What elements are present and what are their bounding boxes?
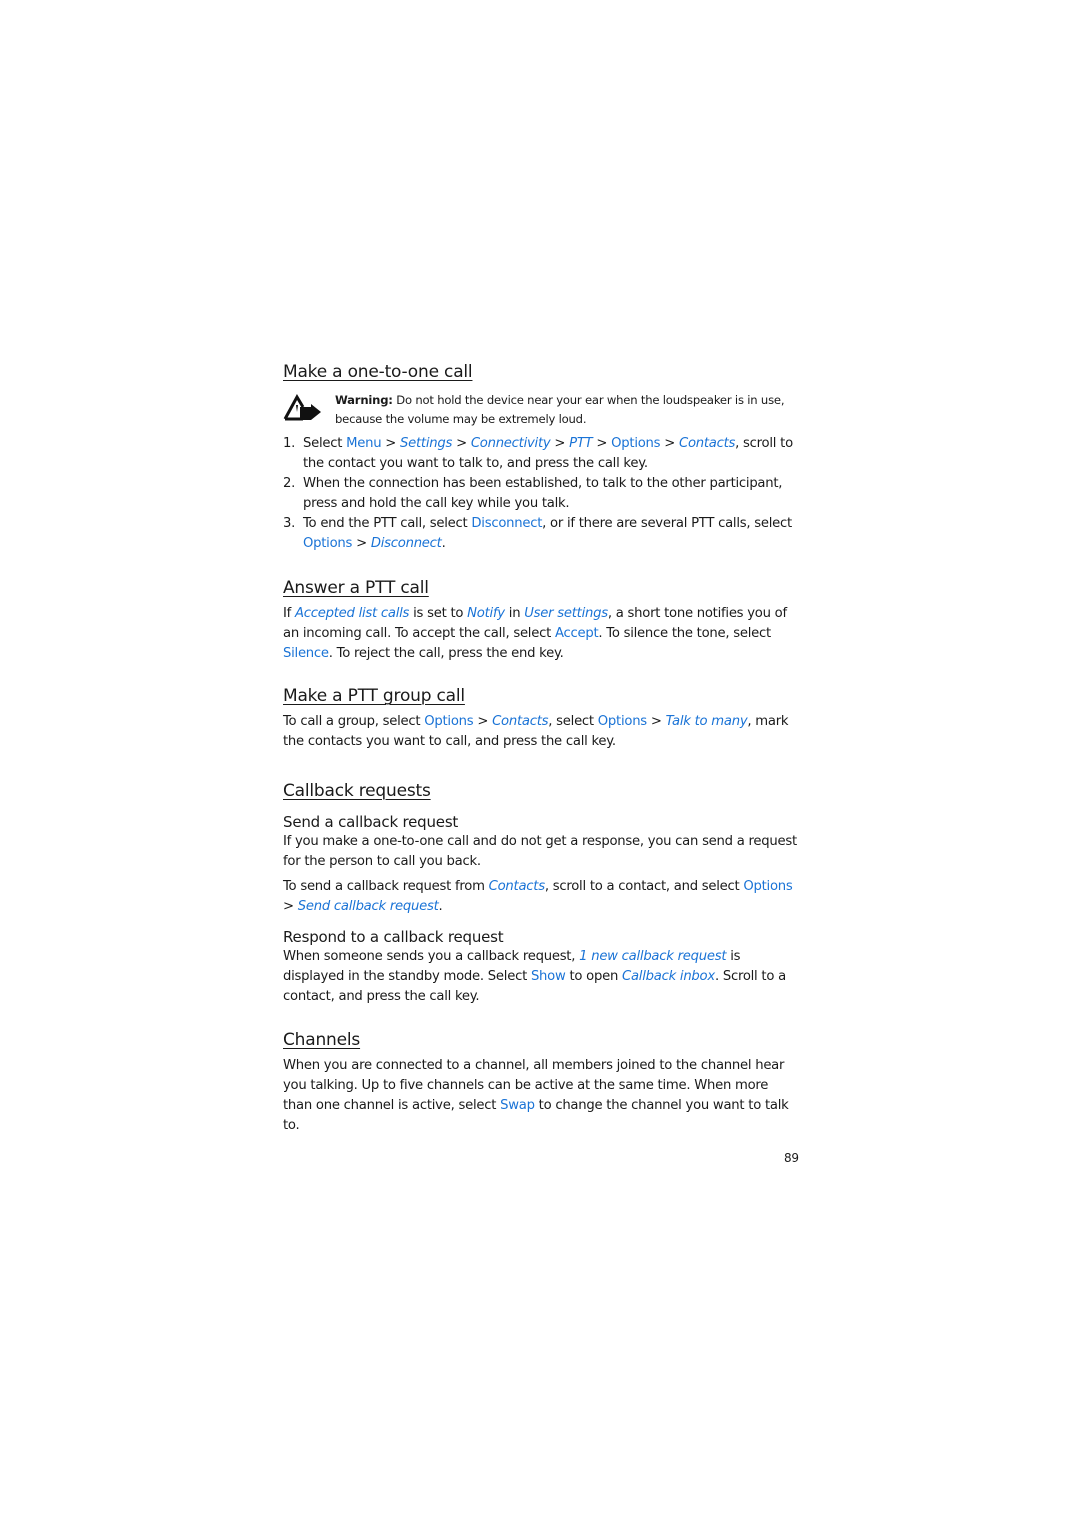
page-number: 89 [784, 1151, 799, 1165]
step-item: 2. When the connection has been establis… [283, 476, 783, 511]
warning-label: Warning: [335, 393, 393, 407]
menu-link[interactable]: Menu [346, 436, 381, 451]
accepted-list-calls-link[interactable]: Accepted list calls [295, 606, 409, 621]
contacts-link[interactable]: Contacts [489, 879, 545, 894]
heading-send-callback-request: Send a callback request [283, 813, 459, 831]
accept-link[interactable]: Accept [555, 626, 599, 641]
settings-link[interactable]: Settings [400, 436, 452, 451]
manual-page: Make a one-to-one call Warning: Do not h… [283, 362, 798, 1136]
options-link[interactable]: Options [424, 714, 473, 729]
options-link[interactable]: Options [303, 536, 352, 551]
silence-link[interactable]: Silence [283, 646, 329, 661]
heading-ptt-group-call: Make a PTT group call [283, 686, 465, 706]
ptt-link[interactable]: PTT [569, 436, 593, 451]
group-call-paragraph: To call a group, select Options > Contac… [283, 714, 789, 749]
options-link[interactable]: Options [611, 436, 660, 451]
send-callback-paragraph-1: If you make a one-to-one call and do not… [283, 834, 797, 869]
steps-list: 1. Select Menu > Settings > Connectivity… [283, 434, 798, 554]
heading-make-one-to-one-call: Make a one-to-one call [283, 362, 473, 382]
options-link[interactable]: Options [743, 879, 792, 894]
step-item: 1. Select Menu > Settings > Connectivity… [283, 436, 793, 471]
step-item: 3. To end the PTT call, select Disconnec… [283, 516, 792, 551]
disconnect-option-link[interactable]: Disconnect [371, 536, 442, 551]
heading-respond-callback-request: Respond to a callback request [283, 928, 504, 946]
heading-callback-requests: Callback requests [283, 781, 431, 801]
send-callback-request-link[interactable]: Send callback request [298, 899, 439, 914]
talk-to-many-link[interactable]: Talk to many [666, 714, 748, 729]
heading-answer-ptt-call: Answer a PTT call [283, 578, 429, 598]
warning-text: Warning: Do not hold the device near you… [335, 393, 785, 426]
options-link[interactable]: Options [598, 714, 647, 729]
callback-inbox-link[interactable]: Callback inbox [622, 969, 715, 984]
disconnect-link[interactable]: Disconnect [471, 516, 542, 531]
answer-ptt-paragraph: If Accepted list calls is set to Notify … [283, 606, 787, 661]
heading-channels: Channels [283, 1030, 361, 1050]
warning-note: Warning: Do not hold the device near you… [283, 391, 798, 429]
contacts-link[interactable]: Contacts [679, 436, 735, 451]
new-callback-request-link[interactable]: 1 new callback request [579, 949, 726, 964]
respond-callback-paragraph: When someone sends you a callback reques… [283, 949, 786, 1004]
channels-paragraph: When you are connected to a channel, all… [283, 1058, 789, 1133]
user-settings-link[interactable]: User settings [524, 606, 608, 621]
show-link[interactable]: Show [531, 969, 566, 984]
contacts-link[interactable]: Contacts [492, 714, 548, 729]
connectivity-link[interactable]: Connectivity [471, 436, 551, 451]
notify-link[interactable]: Notify [467, 606, 505, 621]
swap-link[interactable]: Swap [500, 1098, 535, 1113]
warning-triangle-hand-icon [283, 393, 321, 421]
send-callback-paragraph-2: To send a callback request from Contacts… [283, 879, 793, 914]
